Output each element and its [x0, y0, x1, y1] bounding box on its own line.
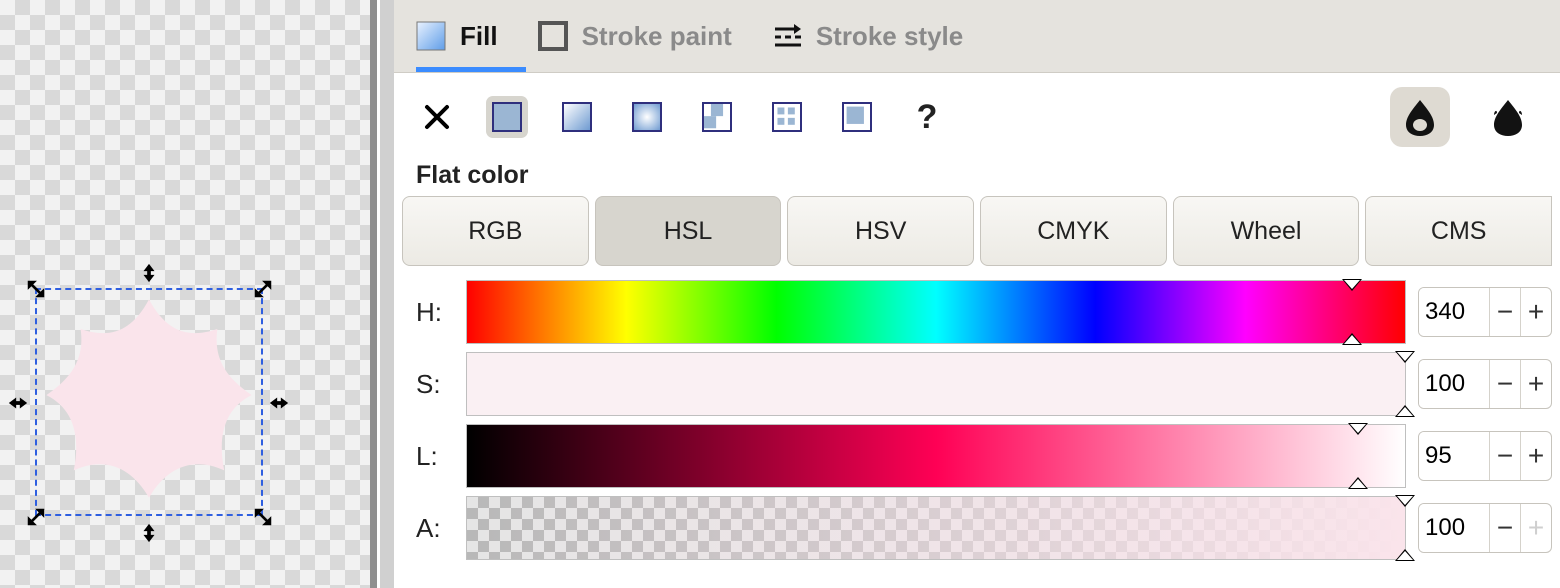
hue-row: H: − + — [416, 276, 1552, 348]
stroke-style-tab-icon — [772, 21, 802, 51]
lightness-label: L: — [416, 441, 454, 472]
alpha-slider[interactable] — [466, 496, 1406, 560]
hue-slider[interactable] — [466, 280, 1406, 344]
paint-swatch-button[interactable] — [836, 96, 878, 138]
slider-thumb-icon — [1395, 549, 1415, 561]
paint-type-label: Flat color — [394, 157, 1560, 196]
resize-handle-s[interactable] — [138, 522, 160, 544]
hue-increment[interactable]: + — [1520, 288, 1551, 336]
slider-thumb-icon — [1342, 333, 1362, 345]
tab-stroke-style[interactable]: Stroke style — [772, 0, 963, 72]
alpha-label: A: — [416, 513, 454, 544]
alpha-decrement[interactable]: − — [1489, 504, 1520, 552]
pattern-icon — [702, 102, 732, 132]
app-root: Fill Stroke paint — [0, 0, 1560, 588]
paint-type-toolbar: ? — [394, 73, 1560, 157]
resize-handle-e[interactable] — [268, 392, 290, 414]
hue-input[interactable] — [1419, 288, 1489, 336]
tab-fill-label: Fill — [460, 21, 498, 52]
saturation-increment[interactable]: + — [1520, 360, 1551, 408]
lightness-row: L: − + — [416, 420, 1552, 492]
resize-handle-n[interactable] — [138, 262, 160, 284]
slider-thumb-icon — [1348, 477, 1368, 489]
panel-divider — [370, 0, 394, 588]
linear-gradient-icon — [562, 102, 592, 132]
stroke-paint-tab-icon — [538, 21, 568, 51]
hue-label: H: — [416, 297, 454, 328]
radial-gradient-icon — [632, 102, 662, 132]
hue-decrement[interactable]: − — [1489, 288, 1520, 336]
color-mode-tabs: RGB HSL HSV CMYK Wheel CMS — [402, 196, 1552, 266]
slider-thumb-icon — [1395, 351, 1415, 363]
active-tab-underline — [416, 67, 526, 72]
color-mode-wheel[interactable]: Wheel — [1173, 196, 1360, 266]
lightness-slider[interactable] — [466, 424, 1406, 488]
saturation-input[interactable] — [1419, 360, 1489, 408]
drop-hole-icon — [1400, 97, 1440, 137]
alpha-row: A: − + — [416, 492, 1552, 564]
color-mode-rgb[interactable]: RGB — [402, 196, 589, 266]
hole-even-odd-button[interactable] — [1390, 87, 1450, 147]
tab-stroke-paint-label: Stroke paint — [582, 21, 732, 52]
paint-mesh-gradient-button[interactable] — [766, 96, 808, 138]
alpha-spin: − + — [1418, 503, 1552, 553]
fill-stroke-panel: Fill Stroke paint — [394, 0, 1560, 588]
resize-handle-sw[interactable] — [25, 506, 47, 528]
question-icon: ? — [917, 98, 938, 137]
canvas[interactable] — [0, 0, 370, 588]
alpha-increment[interactable]: + — [1520, 504, 1551, 552]
tab-fill[interactable]: Fill — [416, 0, 498, 72]
lightness-input[interactable] — [1419, 432, 1489, 480]
color-mode-cmyk[interactable]: CMYK — [980, 196, 1167, 266]
color-mode-hsv[interactable]: HSV — [787, 196, 974, 266]
saturation-slider[interactable] — [466, 352, 1406, 416]
lightness-spin: − + — [1418, 431, 1552, 481]
fill-tab-icon — [416, 21, 446, 51]
saturation-label: S: — [416, 369, 454, 400]
saturation-spin: − + — [1418, 359, 1552, 409]
paint-none-button[interactable] — [416, 96, 458, 138]
slider-thumb-icon — [1395, 405, 1415, 417]
swatch-icon — [842, 102, 872, 132]
lightness-decrement[interactable]: − — [1489, 432, 1520, 480]
drop-solid-icon — [1488, 97, 1528, 137]
saturation-row: S: − + — [416, 348, 1552, 420]
selection-bounding-box — [35, 288, 263, 516]
color-mode-cms[interactable]: CMS — [1365, 196, 1552, 266]
hsl-sliders: H: − + S: − — [394, 266, 1560, 564]
resize-handle-w[interactable] — [7, 392, 29, 414]
resize-handle-ne[interactable] — [252, 278, 274, 300]
hue-spin: − + — [1418, 287, 1552, 337]
paint-radial-gradient-button[interactable] — [626, 96, 668, 138]
saturation-decrement[interactable]: − — [1489, 360, 1520, 408]
alpha-input[interactable] — [1419, 504, 1489, 552]
slider-thumb-icon — [1348, 423, 1368, 435]
mesh-gradient-icon — [772, 102, 802, 132]
resize-handle-se[interactable] — [252, 506, 274, 528]
slider-thumb-icon — [1395, 495, 1415, 507]
paint-linear-gradient-button[interactable] — [556, 96, 598, 138]
slider-thumb-icon — [1342, 279, 1362, 291]
tab-stroke-style-label: Stroke style — [816, 21, 963, 52]
hole-nonzero-button[interactable] — [1478, 87, 1538, 147]
color-mode-hsl[interactable]: HSL — [595, 196, 782, 266]
resize-handle-nw[interactable] — [25, 278, 47, 300]
paint-flat-button[interactable] — [486, 96, 528, 138]
paint-unknown-button[interactable]: ? — [906, 96, 948, 138]
lightness-increment[interactable]: + — [1520, 432, 1551, 480]
tab-stroke-paint[interactable]: Stroke paint — [538, 0, 732, 72]
panel-tabs: Fill Stroke paint — [394, 0, 1560, 73]
x-icon — [422, 102, 452, 132]
flat-color-icon — [492, 102, 522, 132]
paint-pattern-button[interactable] — [696, 96, 738, 138]
